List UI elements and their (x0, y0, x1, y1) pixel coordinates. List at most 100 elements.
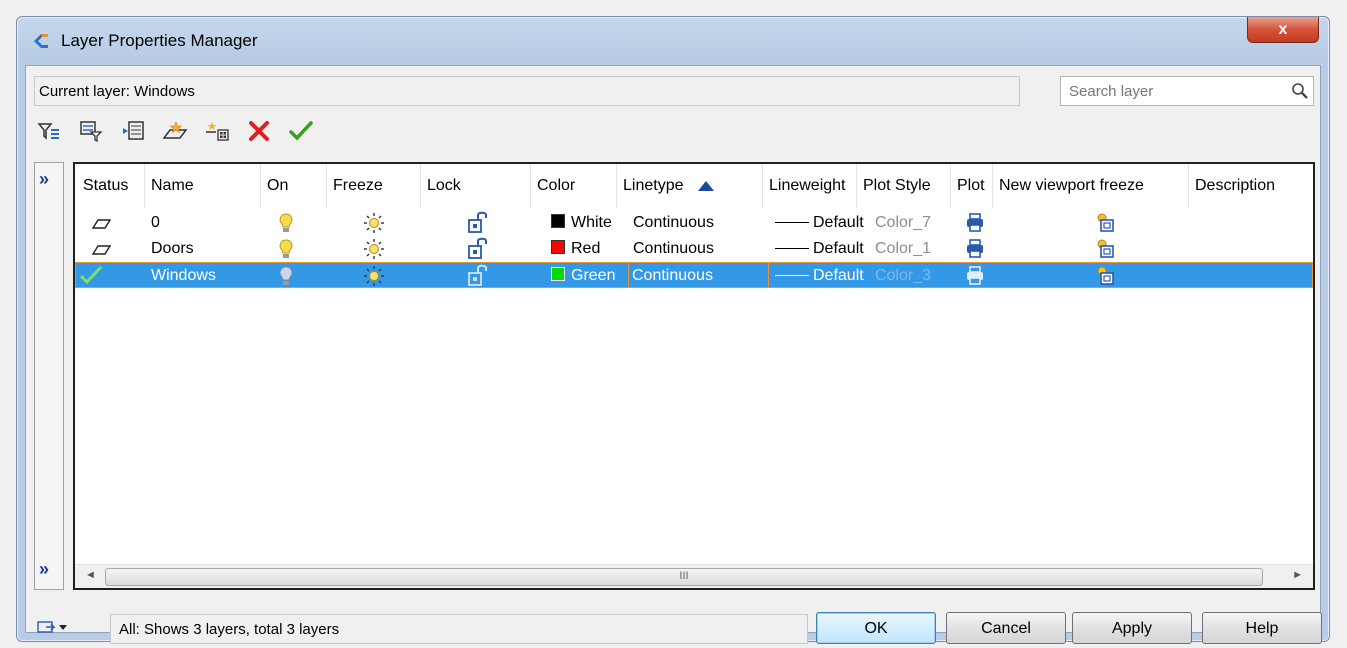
unlocked-padlock-icon[interactable] (467, 263, 489, 289)
lineweight-value: Default (813, 240, 864, 257)
delete-icon (248, 120, 270, 142)
column-header-color[interactable]: Color (531, 164, 617, 208)
current-layer-label: Current layer: Windows (34, 76, 1020, 106)
color-swatch (551, 240, 565, 254)
layer-color[interactable]: Red (551, 236, 600, 262)
sun-thawed-icon[interactable] (363, 263, 385, 289)
color-name: White (571, 214, 612, 231)
new-layer-icon (162, 120, 188, 142)
sort-ascending-icon (697, 180, 714, 191)
linetype-header-label: Linetype (623, 177, 684, 194)
toolbar (32, 116, 326, 152)
column-header-description[interactable]: Description (1189, 164, 1313, 208)
column-header-name[interactable]: Name (145, 164, 261, 208)
search-box[interactable] (1060, 76, 1314, 106)
vp-freeze-icon[interactable] (1095, 210, 1115, 236)
layer-color[interactable]: White (551, 210, 612, 236)
layer-status-icon[interactable] (91, 210, 111, 236)
vp-freeze-icon[interactable] (1095, 263, 1115, 289)
dialog-body: Current layer: Windows Search layer » » … (25, 65, 1322, 644)
search-input[interactable] (1067, 82, 1267, 101)
linetype-value: Continuous (632, 267, 713, 284)
printer-icon[interactable] (965, 263, 985, 289)
layer-row-selected[interactable]: Windows Green Continuous Default Color_3 (75, 262, 1313, 288)
scrollbar-thumb[interactable]: III (105, 568, 1263, 586)
sun-thawed-icon[interactable] (363, 210, 385, 236)
help-button[interactable]: Help (1202, 612, 1322, 644)
status-bar: All: Shows 3 layers, total 3 layers (110, 614, 808, 644)
printer-icon[interactable] (965, 236, 985, 262)
column-header-lock[interactable]: Lock (421, 164, 531, 208)
app-logo-icon (31, 31, 51, 51)
filter-settings-button[interactable] (36, 618, 70, 638)
new-vp-frozen-layer-button[interactable] (200, 116, 234, 146)
lightbulb-on-icon[interactable] (277, 263, 295, 289)
close-button[interactable]: x (1247, 17, 1319, 43)
color-swatch (551, 214, 565, 228)
expand-filter-tree-icon[interactable]: » (39, 169, 49, 190)
layer-color[interactable]: Green (551, 263, 615, 289)
title-bar[interactable]: Layer Properties Manager x (17, 17, 1329, 65)
ok-button[interactable]: OK (816, 612, 936, 644)
set-current-button[interactable] (284, 116, 318, 146)
color-swatch (551, 267, 565, 281)
column-header-on[interactable]: On (261, 164, 327, 208)
unlocked-padlock-icon[interactable] (467, 210, 489, 236)
scroll-left-arrow-icon[interactable]: ◄ (85, 569, 96, 581)
filter-settings-icon (36, 618, 70, 638)
color-name: Green (571, 267, 616, 284)
lineweight-sample (775, 275, 809, 277)
filter-tree-panel-collapsed[interactable]: » » (34, 162, 64, 590)
layer-name[interactable]: Doors (151, 236, 194, 262)
column-header-status[interactable]: Status (75, 164, 145, 208)
scrollbar-grip: III (679, 570, 689, 582)
layer-plot-style: Color_1 (875, 240, 932, 257)
printer-icon[interactable] (965, 210, 985, 236)
lineweight-sample (775, 248, 809, 250)
layer-properties-window: Layer Properties Manager x Current layer… (16, 16, 1330, 644)
layer-linetype[interactable]: Continuous (633, 236, 714, 262)
new-group-filter-icon (79, 120, 103, 142)
expand-filter-tree-bottom-icon[interactable]: » (39, 559, 49, 580)
cancel-button[interactable]: Cancel (946, 612, 1066, 644)
layer-name[interactable]: Windows (151, 263, 216, 289)
horizontal-scrollbar[interactable]: ◄ III ► (75, 564, 1313, 588)
vp-freeze-icon[interactable] (1095, 236, 1115, 262)
new-property-filter-button[interactable] (32, 116, 66, 146)
lightbulb-on-icon[interactable] (277, 210, 295, 236)
column-header-linetype[interactable]: Linetype (617, 164, 763, 208)
column-header-plot[interactable]: Plot (951, 164, 993, 208)
sun-thawed-icon[interactable] (363, 236, 385, 262)
lineweight-value: Default (813, 267, 864, 284)
new-group-filter-button[interactable] (74, 116, 108, 146)
layer-lineweight[interactable]: Default (775, 236, 864, 262)
scroll-right-arrow-icon[interactable]: ► (1292, 569, 1303, 581)
layer-lineweight[interactable]: Default (775, 263, 864, 289)
column-header-lineweight[interactable]: Lineweight (763, 164, 857, 208)
layer-list: Status Name On Freeze Lock Color Linetyp… (73, 162, 1315, 590)
layer-linetype-editing[interactable]: Continuous (628, 262, 769, 289)
layer-row[interactable]: Doors Red Continuous Default Color_1 (75, 236, 1313, 262)
layer-states-icon (121, 120, 145, 142)
window-title: Layer Properties Manager (61, 31, 258, 50)
search-icon[interactable] (1291, 82, 1309, 100)
layer-linetype[interactable]: Continuous (633, 210, 714, 236)
lightbulb-on-icon[interactable] (277, 236, 295, 262)
column-header-freeze[interactable]: Freeze (327, 164, 421, 208)
column-header-new-vp-freeze[interactable]: New viewport freeze (993, 164, 1189, 208)
column-header-plot-style[interactable]: Plot Style (857, 164, 951, 208)
new-layer-button[interactable] (158, 116, 192, 146)
apply-button[interactable]: Apply (1072, 612, 1192, 644)
color-name: Red (571, 240, 601, 257)
layer-status-icon[interactable] (91, 236, 111, 262)
unlocked-padlock-icon[interactable] (467, 236, 489, 262)
layer-states-manager-button[interactable] (116, 116, 150, 146)
layer-name[interactable]: 0 (151, 210, 160, 236)
current-layer-check-icon[interactable] (79, 263, 103, 289)
delete-layer-button[interactable] (242, 116, 276, 146)
layer-row[interactable]: 0 White Continuous Default Color_7 (75, 210, 1313, 236)
new-property-filter-icon (37, 120, 61, 142)
checkmark-icon (289, 120, 313, 142)
lineweight-sample (775, 222, 809, 224)
layer-lineweight[interactable]: Default (775, 210, 864, 236)
